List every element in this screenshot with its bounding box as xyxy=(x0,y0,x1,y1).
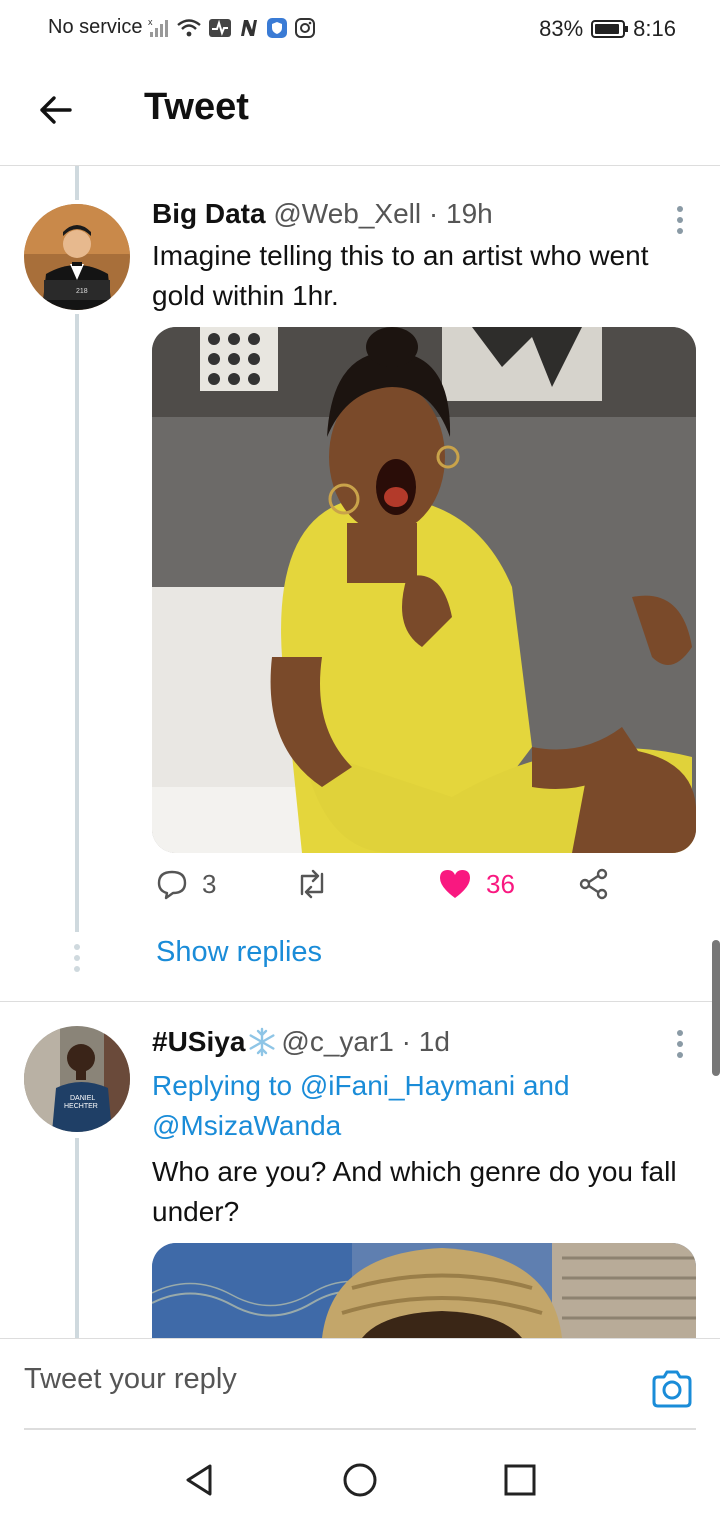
tweet2-media-image[interactable] xyxy=(152,1243,696,1338)
tweet1-action-bar: 3 36 xyxy=(152,868,622,918)
svg-text:218: 218 xyxy=(76,288,88,295)
show-replies-link[interactable]: Show replies xyxy=(156,936,322,969)
nav-recents-icon[interactable] xyxy=(500,1460,540,1500)
instagram-icon xyxy=(295,17,316,38)
back-arrow-icon[interactable] xyxy=(36,90,76,130)
tweet2-timestamp[interactable]: 1d xyxy=(419,1026,450,1057)
tweet1-timestamp[interactable]: 19h xyxy=(446,198,493,229)
tweet1-handle[interactable]: @Web_Xell xyxy=(273,198,421,229)
avatar-shirt-text-1: DANIEL xyxy=(70,1095,95,1102)
retweet-icon xyxy=(300,869,324,899)
thread-line-tweet1 xyxy=(75,314,79,932)
share-action[interactable] xyxy=(578,868,610,900)
system-nav-bar xyxy=(0,1432,720,1520)
replying-to-user-ifani[interactable]: @iFani_Haymani xyxy=(300,1070,515,1101)
retweet-action[interactable] xyxy=(294,868,330,900)
replying-to-user-msizawanda[interactable]: @MsizaWanda xyxy=(152,1110,341,1141)
share-icon xyxy=(579,868,608,900)
status-bar: No service x 83% 8:16 xyxy=(0,0,720,58)
like-count: 36 xyxy=(486,868,515,899)
tweet1-text: Imagine telling this to an artist who we… xyxy=(152,240,649,311)
battery-percent: 83% xyxy=(539,16,584,41)
reply-action[interactable]: 3 xyxy=(156,868,216,900)
tweet1-media-image[interactable] xyxy=(152,327,696,853)
replying-to: Replying to @iFani_Haymani and @MsizaWan… xyxy=(152,1066,707,1146)
reply-input-underline xyxy=(24,1428,696,1430)
tweet1-header: Big Data @Web_Xell · 19h xyxy=(152,198,493,230)
scrollbar[interactable] xyxy=(712,940,720,1076)
reply-icon xyxy=(157,870,187,900)
tweet1-more-icon[interactable] xyxy=(670,202,690,238)
avatar-big-data[interactable]: 218 xyxy=(24,204,130,310)
n-icon xyxy=(241,19,258,36)
like-action[interactable]: 36 xyxy=(438,868,515,900)
page-title: Tweet xyxy=(144,86,249,128)
tweet2-display-name[interactable]: #USiya xyxy=(152,1026,245,1057)
reply-input[interactable]: Tweet your reply xyxy=(24,1363,237,1396)
separator-dot: · xyxy=(428,198,439,229)
shield-icon xyxy=(267,17,288,38)
activity-icon xyxy=(209,18,232,37)
avatar-shirt-text-2: HECHTER xyxy=(64,1103,98,1110)
separator-dot: · xyxy=(401,1026,411,1057)
snowflake-icon xyxy=(249,1027,275,1057)
signal-icon: x xyxy=(148,17,169,37)
battery-icon xyxy=(591,20,629,38)
thread-line-tweet2 xyxy=(75,1138,79,1338)
reply-count: 3 xyxy=(202,868,217,899)
tweet2-more-icon[interactable] xyxy=(670,1026,690,1062)
thread-line-top xyxy=(75,166,79,200)
tweet2-header: #USiya @c_yar1 · 1d xyxy=(152,1026,450,1058)
carrier-label: No service xyxy=(48,16,143,38)
tweet1-display-name[interactable]: Big Data xyxy=(152,198,266,229)
nav-home-icon[interactable] xyxy=(340,1460,380,1500)
tweet-divider xyxy=(0,1001,720,1002)
svg-text:x: x xyxy=(148,17,153,27)
replying-to-prefix: Replying to xyxy=(152,1070,300,1101)
tweet2-handle[interactable]: @c_yar1 xyxy=(281,1026,393,1057)
clock: 8:16 xyxy=(633,16,676,41)
wifi-icon xyxy=(177,18,202,36)
nav-back-icon[interactable] xyxy=(180,1460,220,1500)
avatar-usiya[interactable]: DANIEL HECHTER xyxy=(24,1026,130,1132)
reply-composer: Tweet your reply xyxy=(0,1338,720,1430)
replying-to-and: and xyxy=(515,1070,570,1101)
tweet2-text: Who are you? And which genre do you fall… xyxy=(152,1156,677,1227)
top-app-bar: Tweet xyxy=(0,60,720,166)
camera-icon[interactable] xyxy=(650,1369,694,1409)
heart-filled-icon xyxy=(440,870,470,898)
thread-ellipsis xyxy=(74,944,80,972)
